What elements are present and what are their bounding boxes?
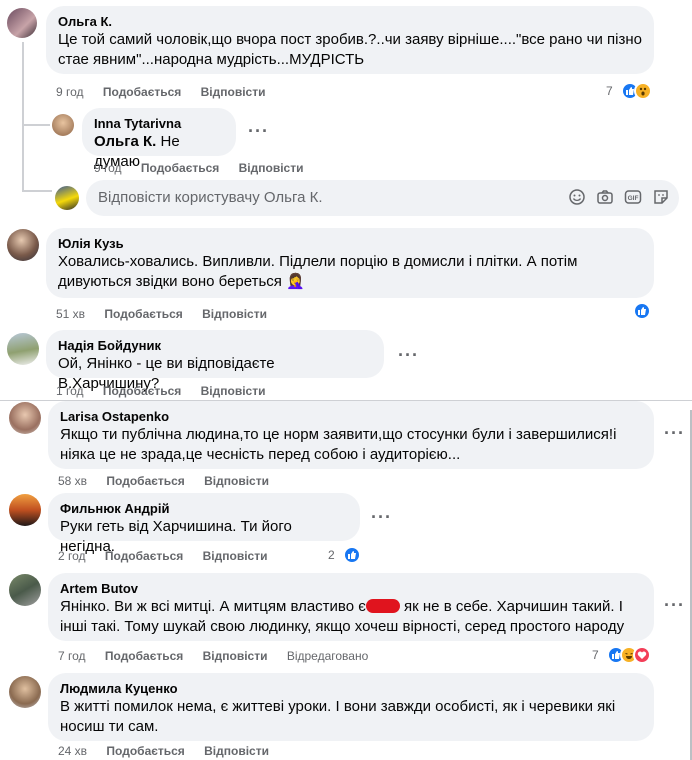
comment-time[interactable]: 58 хв (58, 474, 87, 488)
edited-label[interactable]: Відредаговано (287, 649, 368, 663)
reaction-summary[interactable]: 7 (592, 646, 651, 664)
avatar[interactable] (52, 114, 74, 136)
comment-author[interactable]: Юлія Кузь (58, 236, 642, 252)
reaction-summary[interactable]: 7 (606, 82, 652, 100)
reply-button[interactable]: Відповісти (204, 744, 269, 758)
avatar[interactable] (7, 333, 39, 365)
gif-icon[interactable]: GIF (624, 188, 642, 206)
sticker-icon[interactable] (652, 188, 670, 206)
reply-button[interactable]: Відповісти (203, 649, 268, 663)
comment-text-start: Янінко. Ви ж всі митці. А митцям властив… (60, 598, 366, 615)
comment-time[interactable]: 7 год (58, 649, 86, 663)
more-icon[interactable]: ··· (398, 346, 419, 364)
comment-bubble: Людмила Куценко В житті помилок нема, є … (48, 673, 654, 741)
comment-author[interactable]: Inna Tytarivna (94, 116, 224, 132)
comment-text: Янінко. Ви ж всі митці. А митцям властив… (60, 597, 642, 637)
comment-time[interactable]: 9 год (94, 161, 122, 175)
comment-time[interactable]: 24 хв (58, 744, 87, 758)
comment-bubble: Artem Butov Янінко. Ви ж всі митці. А ми… (48, 573, 654, 641)
reply-button[interactable]: Відповісти (202, 307, 267, 321)
reply-button[interactable]: Відповісти (201, 384, 266, 398)
comment-actions: 51 хв Подобається Відповісти (56, 307, 283, 321)
like-button[interactable]: Подобається (104, 307, 182, 321)
comment-time[interactable]: 1 год (56, 384, 84, 398)
comment-bubble: Юлія Кузь Ховались-ховались. Випливли. П… (46, 228, 654, 298)
comment-actions: 24 хв Подобається Відповісти (58, 744, 285, 758)
comment-actions: 9 год Подобається Відповісти (94, 161, 319, 175)
comment-time[interactable]: 51 хв (56, 307, 85, 321)
reply-button[interactable]: Відповісти (204, 474, 269, 488)
avatar[interactable] (9, 402, 41, 434)
comment-actions: 2 год Подобається Відповісти (58, 549, 283, 563)
comment-author[interactable]: Artem Butov (60, 581, 642, 597)
like-button[interactable]: Подобається (106, 744, 184, 758)
comment-text: Якщо ти публічна людина,то це норм заяви… (60, 426, 617, 463)
like-reaction-icon (633, 302, 651, 320)
comment-bubble: Ольга К. Це той самий чоловік,що вчора п… (46, 6, 654, 74)
comment-bubble: Надія Бойдуник Ой, Янінко - це ви відпов… (46, 330, 384, 392)
comment-bubble: Larisa Ostapenko Якщо ти публічна людина… (48, 401, 654, 469)
thread-branch (22, 190, 52, 192)
more-icon[interactable]: ··· (248, 122, 269, 140)
reaction-count: 7 (592, 648, 599, 662)
reaction-count: 2 (328, 548, 335, 562)
comment-author[interactable]: Фильнюк Андрій (60, 501, 348, 517)
wow-reaction-icon (633, 82, 652, 100)
redaction-mark (365, 599, 400, 613)
like-reaction-icon (342, 546, 361, 564)
avatar[interactable] (9, 494, 41, 526)
comment-text: В житті помилок нема, є життеві уроки. І… (60, 698, 616, 735)
comment-author[interactable]: Ольга К. (58, 14, 642, 30)
comment-actions: 1 год Подобається Відповісти (56, 384, 281, 398)
emoji-icon[interactable] (568, 188, 586, 206)
comment-bubble: Inna Tytarivna Ольга К. Не думаю (82, 108, 236, 170)
svg-text:GIF: GIF (628, 195, 639, 202)
avatar[interactable] (7, 229, 39, 261)
mention-link[interactable]: Ольга К. (94, 133, 156, 150)
reply-button[interactable]: Відповісти (201, 85, 266, 99)
comment-bubble: Фильнюк Андрій Руки геть від Харчишина. … (48, 493, 360, 555)
comment-actions: 7 год Подобається Відповісти Відредагова… (58, 649, 384, 663)
current-user-avatar (55, 186, 79, 210)
reply-button[interactable]: Відповісти (239, 161, 304, 175)
more-icon[interactable]: ··· (664, 424, 685, 442)
more-icon[interactable]: ··· (664, 596, 685, 614)
comment-text: Це той самий чоловік,що вчора пост зроби… (58, 31, 642, 68)
reply-placeholder: Відповісти користувачу Ольга К. (98, 189, 323, 206)
comment-time[interactable]: 9 год (56, 85, 84, 99)
like-button[interactable]: Подобається (106, 474, 184, 488)
like-button[interactable]: Подобається (103, 85, 181, 99)
reply-button[interactable]: Відповісти (203, 549, 268, 563)
reply-input[interactable]: Відповісти користувачу Ольга К. GIF (86, 180, 679, 216)
like-button[interactable]: Подобається (103, 384, 181, 398)
like-button[interactable]: Подобається (141, 161, 219, 175)
reaction-summary[interactable] (633, 302, 651, 320)
comment-author[interactable]: Надія Бойдуник (58, 338, 372, 354)
avatar[interactable] (7, 8, 37, 38)
like-button[interactable]: Подобається (105, 649, 183, 663)
comment-author[interactable]: Людмила Куценко (60, 681, 642, 697)
comment-actions: 9 год Подобається Відповісти (56, 85, 281, 99)
avatar[interactable] (9, 676, 41, 708)
reaction-summary[interactable]: 2 (328, 546, 361, 564)
thread-line (22, 42, 24, 190)
like-button[interactable]: Подобається (105, 549, 183, 563)
love-reaction-icon (632, 646, 651, 664)
comment-time[interactable]: 2 год (58, 549, 86, 563)
reaction-count: 7 (606, 84, 613, 98)
more-icon[interactable]: ··· (371, 508, 392, 526)
comment-actions: 58 хв Подобається Відповісти (58, 474, 285, 488)
avatar[interactable] (9, 574, 41, 606)
camera-icon[interactable] (596, 188, 614, 206)
comment-text: Ховались-ховались. Випливли. Підлели пор… (58, 253, 578, 290)
comment-author[interactable]: Larisa Ostapenko (60, 409, 642, 425)
thread-branch (22, 124, 50, 126)
